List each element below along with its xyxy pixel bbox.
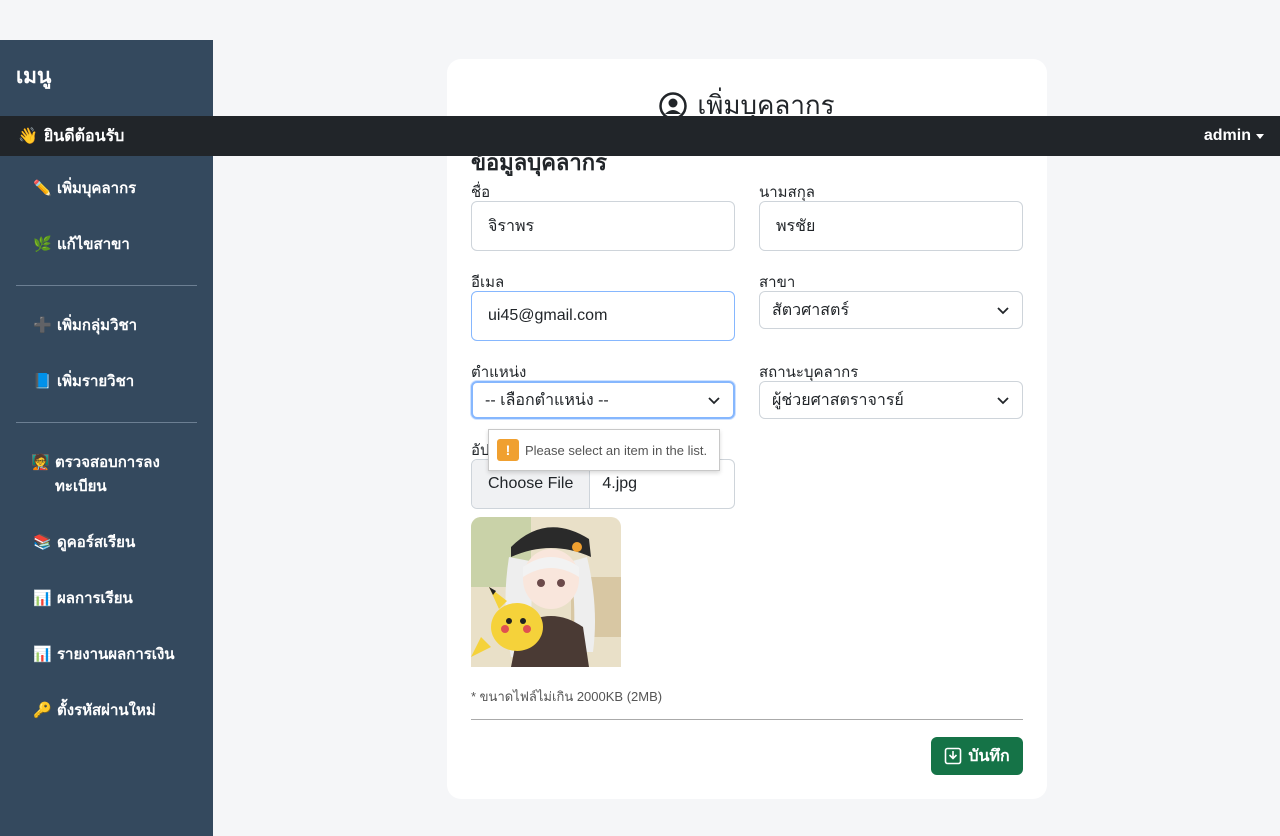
- position-select[interactable]: -- เลือกตำแหน่ง --: [471, 381, 735, 419]
- sidebar-title: เมนู: [16, 65, 52, 88]
- first-name-field[interactable]: จิราพร: [471, 201, 735, 251]
- divider: [471, 719, 1023, 720]
- bar-chart-icon: 📊: [33, 646, 52, 663]
- file-size-note: * ขนาดไฟล์ไม่เกิน 2000KB (2MB): [471, 689, 663, 704]
- sidebar-item-label: ผลการเรียน: [57, 590, 133, 607]
- sidebar-item-add-subject-group[interactable]: ➕ เพิ่มกลุ่มวิชา: [33, 314, 193, 338]
- sidebar-item-label: เพิ่มรายวิชา: [57, 373, 135, 390]
- sidebar-divider: [16, 422, 197, 423]
- first-name-value: จิราพร: [488, 217, 535, 235]
- plus-icon: ➕: [33, 317, 52, 334]
- validation-tooltip-text: Please select an item in the list.: [525, 442, 708, 458]
- last-name-value: พรชัย: [776, 217, 816, 235]
- save-button-label: บันทึก: [968, 747, 1010, 765]
- last-name-field[interactable]: พรชัย: [759, 201, 1023, 251]
- chevron-down-icon: [997, 307, 1009, 315]
- sidebar-item-edit-branch[interactable]: 🌿 แก้ไขสาขา: [33, 233, 193, 257]
- branch-value: สัตวศาสตร์: [772, 301, 850, 319]
- staff-status-value: ผู้ช่วยศาสตราจารย์: [772, 391, 904, 409]
- pencil-icon: ✏️: [33, 180, 52, 197]
- sidebar-item-finance-report[interactable]: 📊 รายงานผลการเงิน: [33, 643, 193, 667]
- staff-status-select[interactable]: ผู้ช่วยศาสตราจารย์: [759, 381, 1023, 419]
- top-navbar: 👋 ยินดีต้อนรับ admin: [0, 116, 1280, 156]
- position-value: -- เลือกตำแหน่ง --: [485, 391, 609, 409]
- sidebar-item-grades[interactable]: 📊 ผลการเรียน: [33, 587, 193, 611]
- email-value: ui45@gmail.com: [488, 307, 608, 324]
- books-icon: 📚: [33, 534, 52, 551]
- bar-chart-icon: 📊: [33, 590, 52, 607]
- sidebar-item-add-subject[interactable]: 📘 เพิ่มรายวิชา: [33, 370, 193, 394]
- email-field[interactable]: ui45@gmail.com: [471, 291, 735, 341]
- sidebar-item-label: เพิ่มบุคลากร: [57, 180, 137, 197]
- chevron-down-icon: [997, 397, 1009, 405]
- caret-down-icon: [1256, 133, 1264, 139]
- sidebar: เมนู ✏️ เพิ่มบุคลากร 🌿 แก้ไขสาขา ➕ เพิ่ม…: [0, 40, 213, 836]
- sidebar-item-label: เพิ่มกลุ่มวิชา: [57, 317, 138, 334]
- welcome-text: ยินดีต้อนรับ: [43, 127, 125, 145]
- save-button[interactable]: บันทึก: [931, 737, 1023, 775]
- user-name: admin: [1203, 127, 1251, 144]
- warning-icon: !: [497, 439, 519, 461]
- sidebar-item-label: ดูคอร์สเรียน: [57, 534, 136, 551]
- sidebar-item-label: แก้ไขสาขา: [57, 236, 130, 253]
- sidebar-item-view-courses[interactable]: 📚 ดูคอร์สเรียน: [33, 531, 193, 555]
- teacher-icon: 🧑‍🏫: [31, 454, 50, 471]
- welcome-message: 👋 ยินดีต้อนรับ: [18, 124, 124, 149]
- sidebar-divider: [16, 285, 197, 286]
- leaf-icon: 🌿: [33, 236, 52, 253]
- staff-form-card: เพิ่มบุคลากร ข้อมูลบุคลากร ชื่อ จิราพร น…: [447, 59, 1047, 799]
- sidebar-item-check-registration[interactable]: 🧑‍🏫 ตรวจสอบการลงทะเบียน: [31, 451, 171, 499]
- validation-tooltip: ! Please select an item in the list.: [488, 429, 720, 471]
- save-icon: [945, 747, 962, 765]
- sidebar-item-reset-password[interactable]: 🔑 ตั้งรหัสผ่านใหม่: [33, 699, 193, 723]
- sidebar-item-label: ตั้งรหัสผ่านใหม่: [57, 702, 156, 719]
- image-preview: [471, 517, 621, 667]
- book-icon: 📘: [33, 373, 52, 390]
- wave-icon: 👋: [18, 128, 38, 145]
- branch-select[interactable]: สัตวศาสตร์: [759, 291, 1023, 329]
- sidebar-item-label: ตรวจสอบการลงทะเบียน: [55, 454, 160, 495]
- user-menu-dropdown[interactable]: admin: [1204, 127, 1264, 145]
- key-icon: 🔑: [33, 702, 52, 719]
- sidebar-item-label: รายงานผลการเงิน: [57, 646, 175, 663]
- chevron-down-icon: [708, 397, 720, 405]
- sidebar-item-add-staff[interactable]: ✏️ เพิ่มบุคลากร: [33, 177, 193, 201]
